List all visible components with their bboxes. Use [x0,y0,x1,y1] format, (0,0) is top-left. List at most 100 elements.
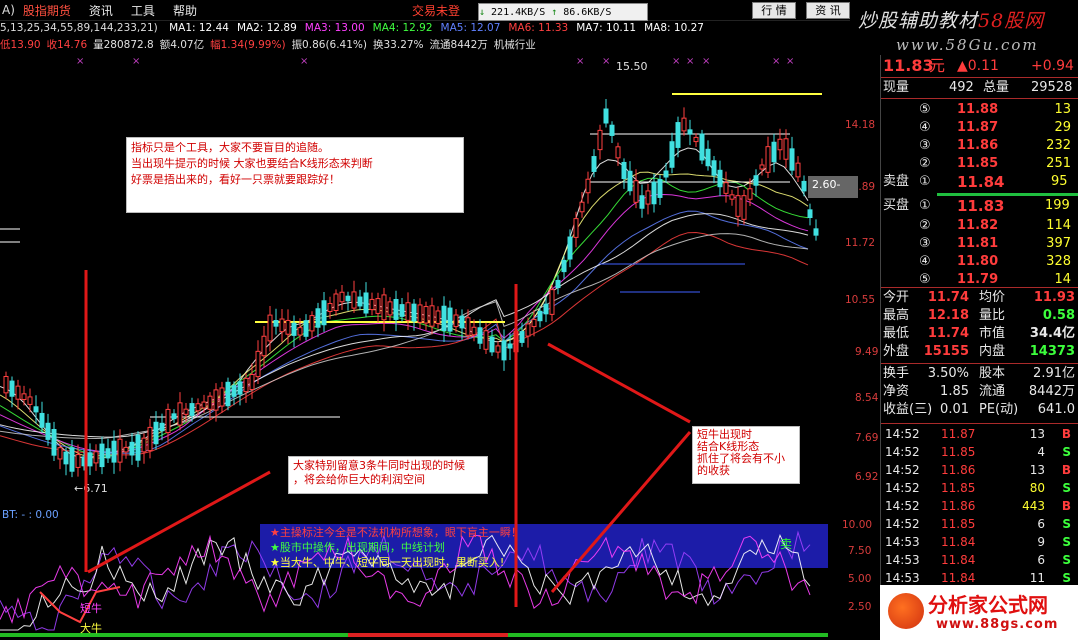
candle-body [489,336,495,353]
tick-side: S [1062,535,1071,549]
candle-body [543,303,549,315]
ask-row[interactable]: ② 11.85 251 [881,155,1078,173]
info-item-9: 机械行业 [493,39,536,51]
stat-label: 均价 [979,290,1006,305]
ask-price: 11.86 [957,138,999,153]
tick-volume: 9 [1037,535,1045,549]
ask-vol: 29 [1054,120,1071,135]
candle-body [537,310,543,322]
info-item-8: 流通8442万 [429,39,488,51]
candle-body [795,162,801,178]
news-button[interactable]: 资 讯 [806,2,850,19]
candle-body [621,161,627,180]
candle-body [549,289,555,315]
note-short-line-4: 的收获 [697,464,730,477]
candle-body [423,306,429,324]
note-bulls-line-1: 大家特别留意3条牛同时出现的时候 [293,459,465,472]
tick-row: 14:53 11.84 9 S [885,533,1075,551]
bid-1-level: ① [919,198,931,213]
tick-volume: 80 [1029,481,1045,495]
candle-body [165,408,171,434]
menu-info[interactable]: 资讯 [89,2,113,19]
candle-body [315,308,321,328]
candle-body [681,117,687,132]
candle-body [213,389,219,411]
candle-body [273,320,279,327]
candle-body [33,406,39,413]
info-item-6: 振0.86(6.41%) [291,39,367,51]
tick-row: 14:52 11.86 443 B [885,497,1075,515]
candle-body [339,291,345,303]
ask-label: 卖盘 [883,174,910,189]
tick-side: S [1062,481,1071,495]
ask-1-row[interactable]: 卖盘 ① 11.84 95 [881,173,1078,191]
tick-row: 14:52 11.87 13 B [885,425,1075,443]
candle-body [729,194,735,200]
download-arrow-icon: ↓ [479,6,486,18]
fund-value: 0.01 [940,402,969,417]
candle-body [651,181,657,205]
tick-volume: 6 [1037,517,1045,531]
ma-item-8: MA8: 10.27 [644,22,704,34]
candle-body [351,291,357,309]
menu-futures[interactable]: 股指期货 [23,2,71,19]
menu-bar: A) 股指期货 资讯 工具 帮助 交易未登 [0,0,850,21]
candle-body [675,122,681,148]
ask-row[interactable]: ④ 11.87 29 [881,119,1078,137]
price-change-pct: +0.94 [1031,58,1074,74]
candle-body [183,408,189,415]
bid-1-row[interactable]: 买盘 ① 11.83 199 [881,197,1078,215]
candle-body [801,180,807,192]
legend-line-2: ★股市中操作，出现期间，中线计划 [270,540,445,554]
last-price-row: 11.83 元 ▲0.11 +0.94 [881,57,1078,77]
candle-body [435,310,441,324]
ind-tick-2: 7.50 [848,545,871,557]
stat-label: 市值 [979,326,1006,341]
info-item-4: 额4.07亿 [159,39,205,51]
bid-row[interactable]: ② 11.82 114 [881,217,1078,235]
stat-row: 外盘 15155 内盘 14373 [881,343,1078,361]
logo-icon [888,593,924,629]
signal-mark: × [132,56,140,67]
candle-body [225,381,231,407]
tick-volume: 13 [1029,463,1045,477]
ask-level: ② [919,156,931,171]
tick-time: 14:52 [885,499,920,513]
ask-row[interactable]: ⑤ 11.88 13 [881,101,1078,119]
brand-banner: 炒股辅助教材58股网 www.58Gu.com [852,0,1078,58]
ask-bid-bar [937,193,1078,196]
ask-row[interactable]: ③ 11.86 232 [881,137,1078,155]
download-speed: 221.4KB/S [491,6,546,18]
bid-level: ③ [919,236,931,251]
candle-body [189,403,195,416]
tick-row: 14:52 11.85 6 S [885,515,1075,533]
ma-item-3: MA3: 13.00 [304,22,365,34]
tick-price: 11.85 [941,445,976,459]
tick-volume: 4 [1037,445,1045,459]
price-tick-3: 11.72 [845,237,875,249]
candle-body [345,295,351,302]
current-price-label: 2.60- [812,178,840,191]
menu-help[interactable]: 帮助 [173,2,197,19]
moving-average-line [0,177,809,457]
sell-tag: 卖 [780,537,792,551]
candle-body [759,164,765,170]
fundamental-row: 收益(三) 0.01 PE(动) 641.0 [881,401,1078,419]
tick-row: 14:52 11.86 13 B [885,461,1075,479]
candle-body [789,148,795,171]
tick-price: 11.84 [941,553,976,567]
ask-1-level: ① [919,174,931,189]
candle-body [519,331,525,343]
menu-tools[interactable]: 工具 [131,2,155,19]
calf-tag: 短牛 [80,601,102,615]
stat-label: 内盘 [979,344,1006,359]
candle-body [57,447,63,460]
info-item-2: 收14.76 [46,39,88,51]
signal-mark: × [576,56,584,67]
bid-row[interactable]: ③ 11.81 397 [881,235,1078,253]
candle-body [255,350,261,378]
bid-row[interactable]: ④ 11.80 328 [881,253,1078,271]
candle-body [609,124,615,136]
tick-row: 14:53 11.84 6 S [885,551,1075,569]
quote-button[interactable]: 行 情 [752,2,796,19]
